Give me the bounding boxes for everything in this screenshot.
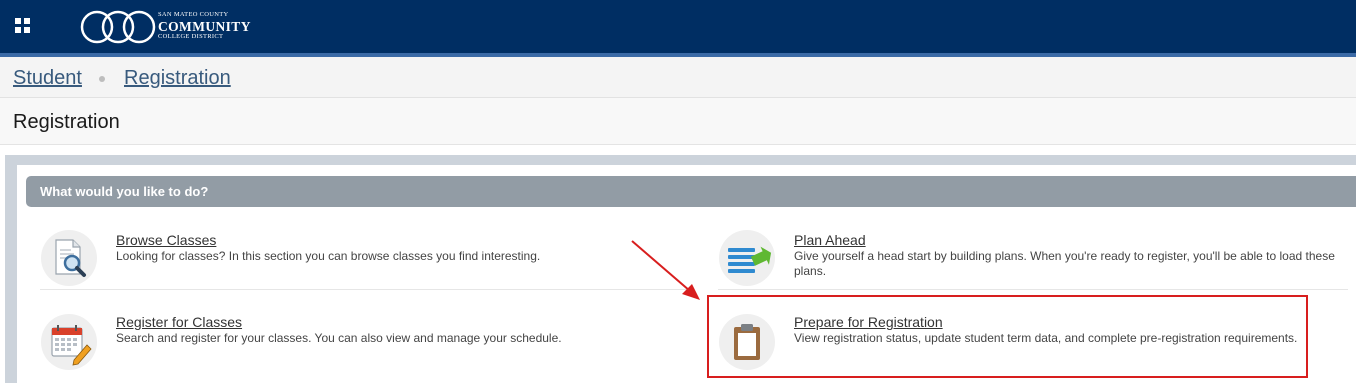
browse-classes-icon[interactable] [41, 230, 97, 286]
register-for-classes-link[interactable]: Register for Classes [116, 314, 242, 330]
breadcrumb-registration[interactable]: Registration [124, 67, 231, 90]
plan-ahead-icon[interactable] [719, 230, 775, 286]
highlight-box [707, 295, 1308, 378]
breadcrumb-separator [99, 76, 105, 82]
app-grid-icon[interactable] [15, 18, 31, 34]
plan-ahead-link[interactable]: Plan Ahead [794, 232, 866, 248]
logo-wordmark: SAN MATEO COUNTY COMMUNITY COLLEGE DISTR… [158, 11, 251, 41]
plan-ahead-description: Give yourself a head start by building p… [794, 249, 1335, 278]
breadcrumb: Student Registration [0, 57, 1356, 98]
breadcrumb-student[interactable]: Student [13, 67, 82, 90]
logo-rings-icon [80, 10, 156, 44]
logo-line-2: COMMUNITY [158, 18, 251, 34]
register-calendar-icon[interactable] [41, 314, 97, 370]
page-title-bar: Registration [0, 98, 1356, 145]
top-bar: SAN MATEO COUNTY COMMUNITY COLLEGE DISTR… [0, 0, 1356, 53]
page-title: Registration [13, 111, 120, 133]
district-logo[interactable]: SAN MATEO COUNTY COMMUNITY COLLEGE DISTR… [80, 10, 250, 44]
row-divider-left [40, 289, 688, 290]
browse-classes-link[interactable]: Browse Classes [116, 232, 216, 248]
panel-heading: What would you like to do? [40, 184, 209, 199]
register-for-classes-description: Search and register for your classes. Yo… [116, 331, 562, 345]
logo-line-3: COLLEGE DISTRICT [158, 33, 224, 40]
logo-line-1: SAN MATEO COUNTY [158, 11, 229, 18]
browse-classes-description: Looking for classes? In this section you… [116, 249, 541, 263]
annotation-arrow-icon [631, 240, 700, 300]
panel-header: What would you like to do? [26, 176, 1356, 207]
row-divider-right [718, 289, 1348, 290]
